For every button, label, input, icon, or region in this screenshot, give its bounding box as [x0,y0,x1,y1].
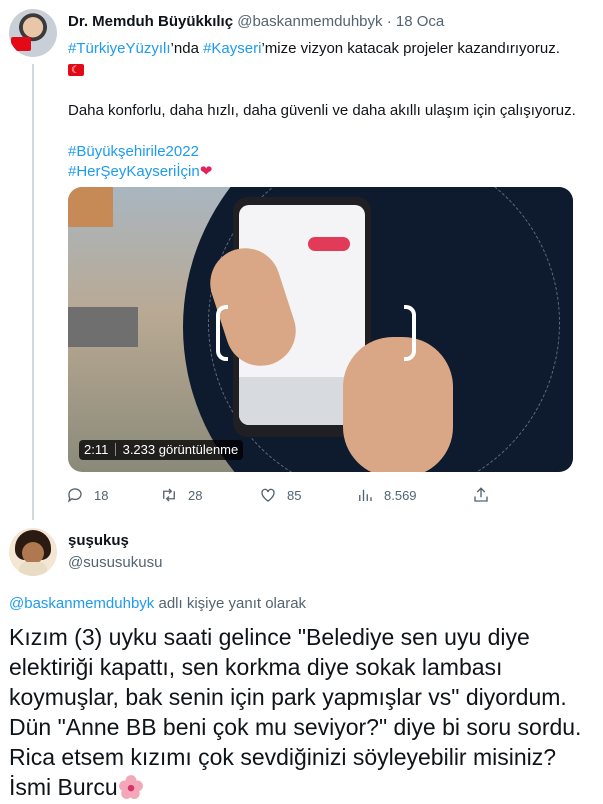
reply-text: Kızım (3) uyku saati gelince "Belediye s… [9,622,584,802]
tweet-text-fragment: ’mize vizyon katacak projeler kazandırıy… [261,40,560,57]
views-count: 8.569 [384,487,417,503]
reply-icon [67,488,82,503]
replying-to-label: adlı kişiye yanıt olarak [154,595,307,612]
thread-line [32,64,34,520]
reply-author-handle[interactable]: @susu﻿sukusu [68,554,162,571]
author-name[interactable]: Dr. Memduh Büyükkılıç [68,13,233,30]
hibiscus-icon [118,775,143,799]
tweet-actions: 18 28 85 8.569 [66,484,566,508]
retweet-icon [163,488,175,502]
replying-to-handle[interactable]: @baskanmemduhbyk [9,595,154,612]
tweet-text: #TürkiyeYüzyılı’nda #Kayseri’mize vizyon… [68,39,583,182]
video-info-badge: 2:11 3.233 görüntülenme [79,440,244,460]
replying-to: @baskanmemduhbyk adlı kişiye yanıt olara… [9,595,306,612]
turkish-flag-icon [68,61,84,81]
like-icon [261,488,275,502]
like-count: 85 [287,487,302,503]
tweet-header: Dr. Memduh Büyükkılıç @baskanmemduhbyk ·… [68,13,444,30]
reply-author-name[interactable]: şuşukuş [68,532,129,549]
reply-count: 18 [94,487,109,503]
video-frame-road [68,307,138,347]
hashtag-link[interactable]: #TürkiyeYüzyılı [68,40,171,57]
original-tweet[interactable]: Dr. Memduh Büyükkılıç @baskanmemduhbyk ·… [0,0,603,520]
views-chart-icon [359,489,372,501]
video-frame-hand [343,337,453,472]
hashtag-link[interactable]: #Büyükşehirile2022 [68,143,199,160]
retweet-count: 28 [188,487,203,503]
video-views: 3.233 görüntülenme [122,442,239,457]
reply-author-avatar[interactable] [9,528,57,576]
reply-text-content: Kızım (3) uyku saati gelince "Belediye s… [9,624,582,800]
header-separator: · [386,13,392,30]
share-icon [474,487,488,502]
reply-button[interactable]: 18 [66,484,108,506]
reply-tweet[interactable]: şuşukuş @susu﻿sukusu @baskanmemduhbyk ad… [0,520,603,804]
author-handle[interactable]: @baskanmemduhbyk [237,13,382,30]
video-duration: 2:11 [84,442,109,457]
author-avatar[interactable] [9,9,57,57]
retweet-button[interactable]: 28 [160,484,202,506]
share-button[interactable] [472,484,490,506]
tweet-text-fragment: ’nda [170,40,204,57]
views-button[interactable]: 8.569 [356,484,417,506]
tweet-line-2: Daha konforlu, daha hızlı, daha güvenli … [68,102,576,119]
tweet-date[interactable]: 18 Oca [396,13,444,30]
video-player[interactable]: 2:11 3.233 görüntülenme [68,187,573,472]
bracket-right-icon [404,305,416,361]
heart-icon: ❤ [199,163,213,180]
hashtag-link[interactable]: #Kayseri [203,40,261,57]
video-frame-building [68,187,113,227]
like-button[interactable]: 85 [259,484,301,506]
hashtag-link[interactable]: #HerŞeyKayseriİçin [68,163,200,180]
bracket-left-icon [216,305,228,361]
